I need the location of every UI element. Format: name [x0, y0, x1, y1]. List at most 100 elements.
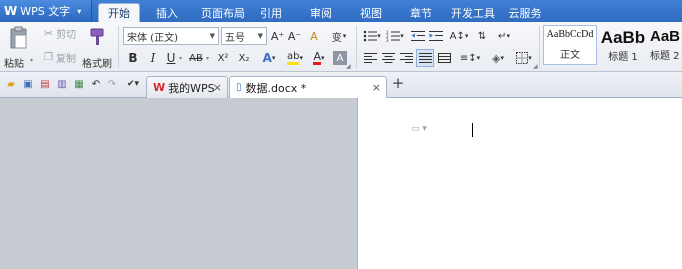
- format-painter-button[interactable]: [84, 24, 112, 50]
- sort-button[interactable]: ⇅: [475, 28, 489, 44]
- chevron-down-icon: ▾: [342, 32, 347, 40]
- shading-button[interactable]: ◈ ▾: [486, 50, 510, 66]
- chevron-down-icon: ▾: [271, 54, 276, 62]
- tab-insert[interactable]: 插入: [148, 3, 186, 22]
- show-paragraph-marks-button[interactable]: ↵ ▾: [493, 28, 515, 44]
- style-normal[interactable]: AaBbCcDd 正文: [543, 25, 597, 65]
- underline-dropdown-icon[interactable]: ▾: [179, 55, 182, 62]
- tab-chapter[interactable]: 章节: [404, 3, 438, 22]
- text-effect-button[interactable]: A ▾: [259, 50, 279, 66]
- align-center-button[interactable]: [380, 50, 396, 66]
- tab-home[interactable]: 开始: [98, 3, 140, 22]
- chevron-down-icon: ▾: [400, 32, 404, 40]
- app-name: WPS 文字: [20, 5, 71, 18]
- title-bar: W WPS 文字 ▾ 开始 插入 页面布局 引用 审阅 视图 章节 开发工具 云…: [0, 0, 682, 22]
- style-heading-2[interactable]: AaB 标题 2: [648, 25, 682, 65]
- tab-view[interactable]: 视图: [354, 3, 388, 22]
- chevron-down-icon: ▾: [476, 54, 481, 62]
- clear-format-button[interactable]: A: [306, 28, 322, 44]
- superscript-button[interactable]: X²: [214, 50, 232, 66]
- style-heading-1-label: 标题 1: [608, 52, 638, 63]
- increase-indent-button[interactable]: [428, 28, 444, 44]
- outdent-icon: [411, 31, 425, 41]
- line-spacing-button[interactable]: ≡↕ ▾: [458, 50, 482, 66]
- close-icon[interactable]: ×: [213, 81, 222, 94]
- subscript-button[interactable]: X₂: [235, 50, 253, 66]
- character-shading-button[interactable]: A: [333, 51, 347, 65]
- strikethrough-button[interactable]: AB: [187, 50, 205, 66]
- chevron-down-icon: ▾: [528, 54, 532, 62]
- shrink-font-button[interactable]: A⁻: [287, 28, 302, 44]
- numbering-button[interactable]: 1 2 3 ▾: [384, 28, 406, 44]
- decrease-indent-button[interactable]: [410, 28, 426, 44]
- wps-logo-icon: W: [153, 81, 166, 94]
- style-normal-label: 正文: [560, 50, 580, 61]
- tab-developer[interactable]: 开发工具: [448, 3, 498, 22]
- align-right-button[interactable]: [398, 50, 414, 66]
- tab-my-wps[interactable]: W 我的WPS ×: [146, 76, 228, 98]
- font-dialog-launcher-icon[interactable]: ◢: [346, 63, 351, 70]
- font-family-value: 宋体 (正文): [127, 32, 178, 44]
- open-folder-icon[interactable]: ▰: [4, 77, 18, 91]
- tab-cloud[interactable]: 云服务: [505, 3, 545, 22]
- align-left-button[interactable]: [362, 50, 378, 66]
- paragraph-dialog-launcher-icon[interactable]: ◢: [533, 63, 538, 70]
- underline-button[interactable]: U: [164, 50, 178, 66]
- print-preview-icon[interactable]: ▦: [72, 77, 86, 91]
- line-spacing-icon: ≡↕: [459, 52, 477, 64]
- font-color-icon: A: [313, 50, 321, 65]
- tab-review[interactable]: 审阅: [304, 3, 338, 22]
- tab-document-label: 数据.docx *: [245, 81, 307, 95]
- document-icon: ▯: [236, 82, 242, 93]
- highlight-button[interactable]: ab ▾: [284, 50, 306, 66]
- cut-label: 剪切: [56, 29, 77, 41]
- bold-button[interactable]: B: [126, 50, 140, 66]
- justify-icon: [418, 52, 432, 63]
- cut-button[interactable]: ✂ 剪切: [40, 26, 80, 41]
- grow-font-button[interactable]: A⁺: [270, 28, 285, 44]
- bullets-button[interactable]: ▾: [361, 28, 383, 44]
- font-size-select[interactable]: 五号 ▼: [221, 27, 267, 45]
- save-icon[interactable]: ▣: [21, 77, 35, 91]
- document-page[interactable]: ▭ ▾: [357, 98, 682, 269]
- tab-references[interactable]: 引用: [254, 3, 288, 22]
- tab-page-layout[interactable]: 页面布局: [194, 3, 252, 22]
- wps-app-menu-button[interactable]: W WPS 文字 ▾: [0, 0, 92, 22]
- close-icon[interactable]: ×: [372, 81, 381, 94]
- chevron-down-icon: ▼: [257, 32, 263, 40]
- style-heading-1-sample: AaBb: [600, 28, 646, 47]
- paste-dropdown-icon[interactable]: ▾: [30, 57, 33, 64]
- font-color-button[interactable]: A ▾: [309, 50, 329, 66]
- phonetic-guide-button[interactable]: 变 ▾: [327, 28, 351, 44]
- strikethrough-dropdown-icon[interactable]: ▾: [206, 55, 209, 62]
- chinese-layout-button[interactable]: A↕ ▾: [448, 28, 470, 44]
- redo-icon[interactable]: ↷: [105, 77, 119, 91]
- justify-button[interactable]: [416, 49, 434, 67]
- chevron-down-icon: ▾: [500, 54, 504, 62]
- distributed-align-icon: [437, 52, 451, 63]
- font-family-select[interactable]: 宋体 (正文) ▼: [123, 27, 219, 45]
- new-tab-button[interactable]: +: [391, 74, 405, 92]
- italic-button[interactable]: I: [146, 50, 160, 66]
- copy-button[interactable]: ❐ 复制: [40, 50, 80, 65]
- chevron-down-icon: ▾: [299, 54, 303, 62]
- paste-button[interactable]: [6, 24, 32, 52]
- chinese-layout-icon: A↕: [449, 30, 465, 42]
- style-heading-1[interactable]: AaBb 标题 1: [599, 25, 647, 65]
- customize-toolbar-icon[interactable]: ✔▾: [124, 77, 142, 91]
- phonetic-icon: 变: [331, 32, 342, 44]
- paintbrush-icon: [90, 28, 104, 45]
- paragraph-options-icon[interactable]: ▭ ▾: [411, 124, 427, 134]
- paragraph-mark-icon: ↵: [498, 30, 507, 42]
- format-painter-label: 格式刷: [82, 59, 112, 70]
- scissors-icon: ✂: [43, 26, 54, 40]
- sort-icon: ⇅: [477, 30, 487, 42]
- export-pdf-icon[interactable]: ▤: [38, 77, 52, 91]
- distributed-align-button[interactable]: [436, 50, 452, 66]
- separator: [118, 26, 119, 68]
- undo-icon[interactable]: ↶: [89, 77, 103, 91]
- workspace-background: [0, 98, 357, 269]
- text-cursor: [472, 123, 473, 137]
- print-icon[interactable]: ▥: [55, 77, 69, 91]
- tab-document[interactable]: ▯ 数据.docx * ×: [229, 76, 387, 98]
